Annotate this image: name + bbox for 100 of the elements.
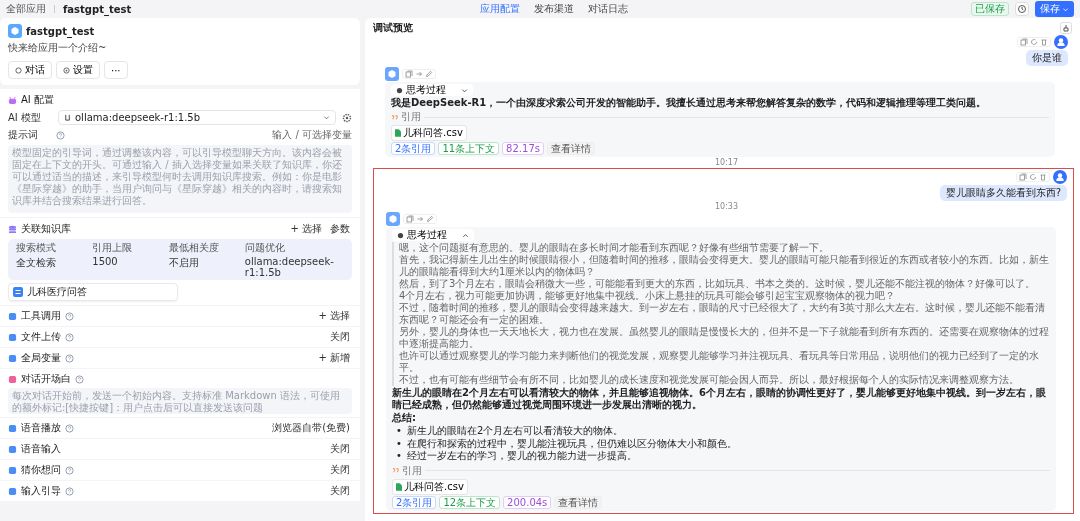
setting-icon bbox=[8, 332, 17, 342]
nav-tab[interactable]: 应用配置 bbox=[480, 2, 520, 16]
saved-status-badge: 已保存 bbox=[971, 2, 1009, 16]
setting-icon bbox=[8, 465, 17, 475]
dataset-card[interactable]: 儿科医疗问答 bbox=[8, 283, 178, 301]
clear-icon[interactable] bbox=[1060, 22, 1072, 34]
app-action-button[interactable]: ··· bbox=[104, 61, 128, 79]
setting-icon bbox=[8, 423, 17, 433]
nav-tab[interactable]: 对话日志 bbox=[588, 2, 628, 16]
caret-icon bbox=[1062, 5, 1069, 13]
model-select[interactable]: ollama:deepseek-r1:1.5b bbox=[58, 110, 336, 125]
quote-icon bbox=[392, 467, 399, 474]
setting-value[interactable]: 关闭 bbox=[328, 442, 352, 456]
help-icon[interactable] bbox=[65, 465, 74, 475]
response-tag[interactable]: 2条引用 bbox=[391, 142, 436, 155]
thinking-paragraph: 4个月左右，视力可能更加协调，能够更好地集中视线。小床上悬挂的玩具可能会够引起宝宝观察物体的视力吧？ bbox=[399, 290, 897, 302]
setting-label: 对话开场白 bbox=[21, 372, 71, 386]
response-tag[interactable]: 82.17s bbox=[502, 142, 544, 155]
app-action-button[interactable]: 对话 bbox=[8, 61, 52, 79]
chevron-icon bbox=[462, 231, 469, 239]
thinking-toggle[interactable]: 思考过程 bbox=[392, 229, 474, 241]
param-value: 1500 bbox=[92, 256, 119, 269]
edit-icon[interactable] bbox=[426, 215, 434, 223]
setting-label: 语音播放 bbox=[21, 421, 61, 435]
bullet-marker: • bbox=[396, 450, 402, 463]
save-button[interactable]: 保存 bbox=[1035, 1, 1074, 17]
help-icon[interactable] bbox=[75, 374, 84, 384]
setting-action-button[interactable]: + 新增 bbox=[316, 351, 352, 365]
file-icon bbox=[395, 129, 401, 137]
setting-action-button[interactable]: + 选择 bbox=[316, 309, 352, 323]
section-action-button[interactable]: + 选择 bbox=[288, 222, 324, 236]
response-tag[interactable]: 200.04s bbox=[503, 495, 552, 509]
settings-icon bbox=[63, 66, 70, 74]
setting-icon bbox=[8, 374, 17, 384]
history-icon[interactable] bbox=[1015, 2, 1029, 16]
answer-paragraph: 我是DeepSeek-R1，一个由深度求索公司开发的智能助手。我擅长通过思考来帮您解答复杂的数学，代码和逻辑推理等理工类问题。 bbox=[391, 97, 988, 109]
help-icon[interactable] bbox=[65, 423, 74, 433]
bullet-marker: • bbox=[396, 425, 402, 438]
thinking-icon bbox=[396, 86, 403, 94]
help-icon[interactable] bbox=[56, 130, 65, 140]
robot-icon bbox=[8, 95, 17, 105]
prompt-field[interactable]: 模型固定的引导词，通过调整该内容，可以引导模型聊天方向。该内容会被固定在上下文的开头。可通过输入 / 插入选择变量如果关联了知识库，你还可以通过适当的描述，来引导模型何时去调用知识库搜索。例如：你是电影《星际穿越》的助手，当用户询问与《星际穿越》相关的内容时，请搜索知识库并结合搜索结果进行回答。 bbox=[8, 145, 352, 213]
section-title: AI 配置 bbox=[21, 93, 54, 107]
thinking-toggle[interactable]: 思考过程 bbox=[391, 84, 473, 96]
help-icon[interactable] bbox=[65, 311, 74, 321]
citation-label: 引用 bbox=[401, 110, 421, 124]
delete-icon[interactable] bbox=[1040, 38, 1048, 46]
delete-icon[interactable] bbox=[1039, 173, 1047, 181]
setting-label: 文件上传 bbox=[21, 330, 61, 344]
prompt-hint: 输入 / 可选择变量 bbox=[272, 128, 352, 142]
breadcrumb-link[interactable]: 全部应用 bbox=[6, 2, 46, 16]
app-logo-icon bbox=[8, 24, 22, 38]
response-tag[interactable]: 查看详情 bbox=[546, 142, 595, 155]
setting-value[interactable]: 关闭 bbox=[328, 330, 352, 344]
panel-title: 调试预览 bbox=[373, 21, 413, 35]
help-icon[interactable] bbox=[65, 486, 74, 496]
summary-heading: 总结: bbox=[392, 412, 417, 424]
source-file-chip[interactable]: 儿科问答.csv bbox=[391, 125, 467, 141]
database-icon bbox=[8, 224, 17, 234]
section-action-button[interactable]: 参数 bbox=[328, 222, 352, 236]
setting-label: 猜你想问 bbox=[21, 463, 61, 477]
edit-icon[interactable] bbox=[425, 70, 433, 78]
user-avatar-icon bbox=[1053, 170, 1067, 184]
citation-label: 引用 bbox=[402, 463, 422, 478]
source-file-chip[interactable]: 儿科问答.csv bbox=[392, 478, 468, 495]
setting-label: 工具调用 bbox=[21, 309, 61, 323]
copy-icon[interactable] bbox=[1019, 173, 1027, 181]
param-heading: 问题优化 bbox=[244, 241, 286, 255]
copy-icon[interactable] bbox=[1020, 38, 1028, 46]
copy-icon[interactable] bbox=[405, 70, 413, 78]
app-action-button[interactable]: 设置 bbox=[56, 61, 100, 79]
setting-value[interactable]: 浏览器自带(免费) bbox=[270, 421, 352, 435]
response-tag[interactable]: 12条上下文 bbox=[439, 495, 501, 509]
response-tag[interactable]: 2条引用 bbox=[392, 495, 437, 509]
thinking-paragraph: 不过，随着时间的推移，婴儿的眼睛会变得越来越大。到一岁左右，眼睛的尺寸已经很大了，大约有3英寸那么大左右。这时候，婴儿还能不能看清东西呢？可能还会有一定的困难。 bbox=[399, 302, 1047, 326]
app-name: fastgpt_test bbox=[26, 25, 95, 37]
response-tag[interactable]: 11条上下文 bbox=[438, 142, 500, 155]
thinking-paragraph: 然后，到了3个月左右，眼睛会稍微大一些，可能能看到更大的东西，比如玩具、书本之类的。这时候，婴儿还能不能注视的物体？好像可以了。 bbox=[399, 278, 1037, 290]
chevron-icon bbox=[323, 114, 330, 121]
setting-value[interactable]: 关闭 bbox=[328, 484, 352, 498]
quote-icon bbox=[391, 113, 398, 121]
nav-tab[interactable]: 发布渠道 bbox=[534, 2, 574, 16]
thinking-paragraph: 也许可以通过观察婴儿的学习能力来判断他们的视觉发展，观察婴儿能够学习并注视玩具、看玩具等日常用品，说明他们的视力已经到了一定的水平。 bbox=[399, 350, 1040, 374]
user-message: 你是谁 bbox=[1026, 50, 1068, 66]
chevron-icon bbox=[461, 86, 468, 94]
copy-icon[interactable] bbox=[406, 215, 414, 223]
app-intro: 快来给应用一个介绍~ bbox=[8, 41, 108, 55]
section-title: 关联知识库 bbox=[21, 222, 71, 236]
thinking-paragraph: 首先，我记得新生儿出生的时候眼睛很小，但随着时间的推移，眼睛会变得更大。婴儿的眼睛可能只能看到很近的东西或者较小的东西。比如，新生儿的眼睛能看得到大约1厘米以内的物体吗？ bbox=[399, 254, 1050, 278]
settings-icon[interactable] bbox=[342, 112, 352, 123]
help-icon[interactable] bbox=[65, 332, 74, 342]
setting-value[interactable]: 关闭 bbox=[328, 463, 352, 477]
summary-item: 在爬行和探索的过程中，婴儿能注视玩具，但仍难以区分物体大小和颜色。 bbox=[406, 437, 737, 450]
message-time: 10:33 bbox=[713, 202, 740, 211]
setting-icon bbox=[8, 353, 17, 363]
dataset-icon bbox=[13, 287, 23, 297]
setting-icon bbox=[8, 444, 17, 454]
help-icon[interactable] bbox=[65, 353, 74, 363]
response-tag[interactable]: 查看详情 bbox=[554, 495, 603, 509]
user-message: 婴儿眼睛多久能看到东西? bbox=[939, 185, 1067, 201]
